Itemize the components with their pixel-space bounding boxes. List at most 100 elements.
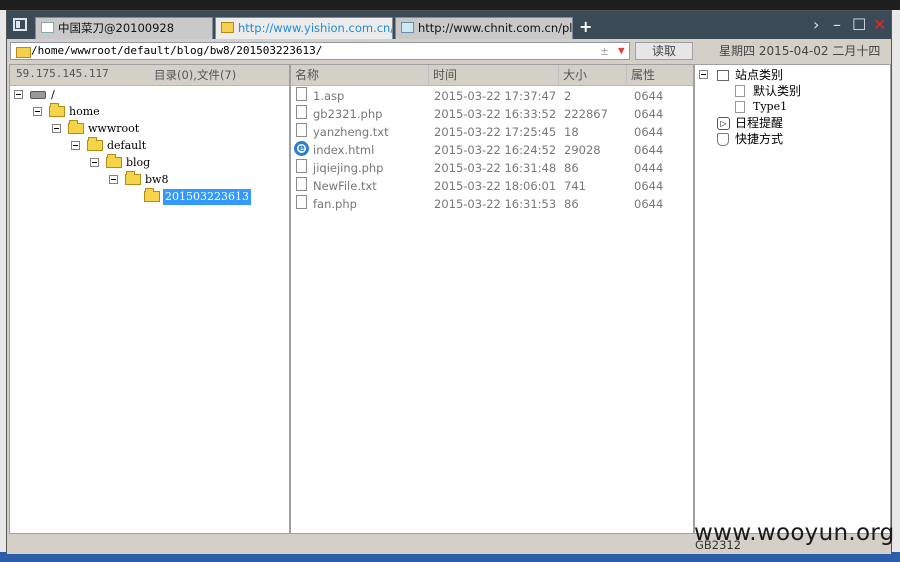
- server-ip: 59.175.145.117: [16, 67, 109, 80]
- tab-yishion[interactable]: http://www.yishion.com.cn/bl...: [215, 17, 393, 39]
- folder-icon: [87, 137, 103, 151]
- dir-file-count: 目录(0),文件(7): [154, 68, 237, 82]
- tab-label: http://www.chnit.com.cn/plu...: [418, 21, 573, 35]
- collapse-icon[interactable]: [699, 70, 708, 79]
- category-label: 默认类别: [753, 84, 802, 98]
- tab-chnit[interactable]: http://www.chnit.com.cn/plu...: [395, 17, 573, 39]
- shortcut-label: 快捷方式: [735, 132, 784, 146]
- file-attr: 0644: [634, 89, 664, 103]
- file-attr: 0644: [634, 179, 664, 193]
- date-display: 星期四 2015-04-02 二月十四: [719, 44, 881, 58]
- file-size: 18: [564, 125, 579, 139]
- file-name: jiqiejing.php: [313, 161, 384, 175]
- file-name: index.html: [313, 143, 375, 157]
- plus-minus-icon[interactable]: ±: [601, 43, 608, 59]
- table-row[interactable]: jiqiejing.php 2015-03-22 16:31:48 86 044…: [291, 159, 693, 177]
- collapse-icon[interactable]: [52, 124, 61, 133]
- collapse-icon[interactable]: [14, 90, 23, 99]
- column-header-attr[interactable]: 属性: [627, 65, 693, 85]
- hand-icon: [717, 133, 729, 146]
- path-input[interactable]: /home/wwwroot/default/blog/bw8/201503223…: [10, 42, 630, 60]
- file-size: 29028: [564, 143, 601, 157]
- folder-icon: [144, 188, 160, 202]
- folder-icon: [221, 22, 234, 33]
- folder-icon: [106, 154, 122, 168]
- directory-tree-panel: 59.175.145.117 目录(0),文件(7) / home wwwroo…: [9, 64, 290, 534]
- document-icon: [296, 159, 307, 173]
- path-text: /home/wwwroot/default/blog/bw8/201503223…: [31, 44, 323, 57]
- folder-icon: [125, 171, 141, 185]
- document-icon: [735, 85, 745, 97]
- file-time: 2015-03-22 16:24:52: [434, 143, 557, 157]
- column-header-name[interactable]: 名称: [291, 65, 429, 85]
- file-name: gb2321.php: [313, 107, 383, 121]
- collapse-icon[interactable]: [109, 175, 118, 184]
- file-time: 2015-03-22 16:33:52: [434, 107, 557, 121]
- file-name: NewFile.txt: [313, 179, 377, 193]
- folder-icon: [49, 103, 65, 117]
- watermark: www.wooyun.org: [694, 520, 895, 546]
- tab-label: http://www.yishion.com.cn/bl...: [238, 21, 392, 35]
- drive-icon: [30, 91, 46, 99]
- document-icon: [296, 87, 307, 101]
- tab-label: 中国菜刀@20100928: [58, 21, 175, 35]
- file-list-header: 名称 时间 大小 属性: [291, 65, 693, 86]
- table-row[interactable]: gb2321.php 2015-03-22 16:33:52 222867 06…: [291, 105, 693, 123]
- column-header-size[interactable]: 大小: [559, 65, 627, 85]
- collapse-icon[interactable]: [33, 107, 42, 116]
- close-button[interactable]: ✕: [873, 15, 886, 35]
- category-panel: 站点类别 默认类别 Type1 ▷ 日程提醒 快捷方式: [694, 64, 891, 534]
- caidao-window: 中国菜刀@20100928 http://www.yishion.com.cn/…: [6, 10, 892, 554]
- tab-caidao-home[interactable]: 中国菜刀@20100928: [35, 17, 213, 39]
- tree-header: 59.175.145.117 目录(0),文件(7): [10, 65, 289, 86]
- file-name: 1.asp: [313, 89, 345, 103]
- desktop-background-strip: [0, 0, 900, 10]
- document-icon: [296, 123, 307, 137]
- chevron-down-icon[interactable]: ▼: [618, 43, 625, 59]
- tree-node-label: bw8: [145, 173, 169, 186]
- title-bar[interactable]: 中国菜刀@20100928 http://www.yishion.com.cn/…: [7, 11, 891, 39]
- folder-icon: [68, 120, 84, 134]
- address-bar: /home/wwwroot/default/blog/bw8/201503223…: [7, 39, 891, 63]
- file-name: fan.php: [313, 197, 357, 211]
- next-tab-button[interactable]: ›: [813, 15, 819, 35]
- tree-node-label-selected: 201503223613: [163, 189, 251, 205]
- image-icon: [401, 22, 414, 33]
- file-name: yanzheng.txt: [313, 125, 389, 139]
- file-time: 2015-03-22 17:25:45: [434, 125, 557, 139]
- file-attr: 0644: [634, 197, 664, 211]
- table-row[interactable]: yanzheng.txt 2015-03-22 17:25:45 18 0644: [291, 123, 693, 141]
- file-attr: 0644: [634, 107, 664, 121]
- ie-icon: e: [294, 141, 309, 156]
- schedule-label: 日程提醒: [735, 116, 784, 130]
- collapse-icon[interactable]: [71, 141, 80, 150]
- maximize-button[interactable]: ☐: [852, 15, 866, 35]
- window-menu-icon[interactable]: [13, 18, 27, 31]
- column-header-time[interactable]: 时间: [429, 65, 559, 85]
- tree-node-label: /: [51, 88, 55, 101]
- table-row[interactable]: fan.php 2015-03-22 16:31:53 86 0644: [291, 195, 693, 213]
- collapse-icon[interactable]: [90, 158, 99, 167]
- table-row[interactable]: NewFile.txt 2015-03-22 18:06:01 741 0644: [291, 177, 693, 195]
- site-category-icon: [717, 70, 729, 81]
- file-attr: 0644: [634, 143, 664, 157]
- file-size: 222867: [564, 107, 608, 121]
- table-row[interactable]: e index.html 2015-03-22 16:24:52 29028 0…: [291, 141, 693, 159]
- desktop-edge-right: [892, 10, 900, 562]
- add-tab-button[interactable]: +: [579, 17, 592, 37]
- document-icon: [296, 195, 307, 209]
- table-row[interactable]: 1.asp 2015-03-22 17:37:47 2 0644: [291, 87, 693, 105]
- document-icon: [296, 177, 307, 191]
- tree-node-label: home: [69, 105, 100, 118]
- file-time: 2015-03-22 16:31:48: [434, 161, 557, 175]
- read-button[interactable]: 读取: [635, 42, 693, 60]
- document-icon: [735, 101, 745, 113]
- category-label: 站点类别: [735, 68, 784, 82]
- file-attr: 0644: [634, 125, 664, 139]
- file-time: 2015-03-22 16:31:53: [434, 197, 557, 211]
- file-size: 86: [564, 197, 579, 211]
- file-size: 741: [564, 179, 586, 193]
- minimize-button[interactable]: –: [833, 15, 841, 35]
- clock-icon: ▷: [717, 117, 730, 130]
- tree-node-label: blog: [126, 156, 151, 169]
